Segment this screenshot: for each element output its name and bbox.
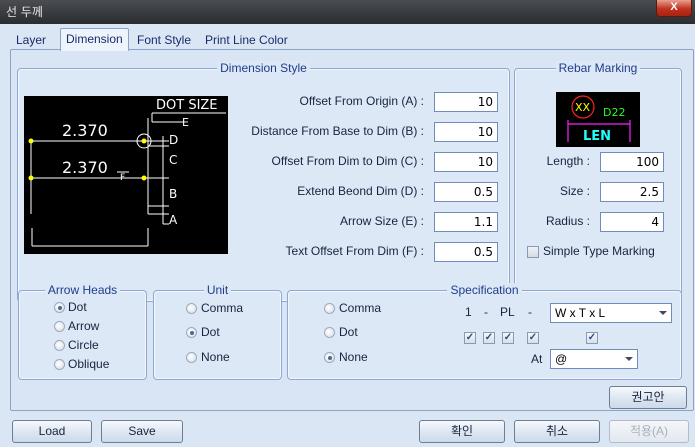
letter-e: E [182, 116, 189, 129]
apply-button[interactable]: 적용(A) [609, 420, 689, 443]
distance-from-base-label: Distance From Base to Dim (B) : [251, 124, 424, 138]
spec-checkbox-4[interactable]: ✓ [527, 332, 539, 344]
specification-legend: Specification [447, 283, 522, 297]
spec-dash-1: - [484, 305, 488, 319]
offset-dim-to-dim-label: Offset From Dim to Dim (C) : [271, 154, 424, 168]
rebar-circle-text: XX [575, 101, 591, 114]
unit-none-radio[interactable] [186, 352, 197, 363]
rebar-preview: XX D22 LEN [556, 92, 640, 147]
unit-dot-radio[interactable] [186, 327, 197, 338]
dot-top-left [28, 138, 34, 144]
spec-format-select[interactable]: W x T x L [550, 303, 672, 323]
spec-checkbox-3[interactable]: ✓ [502, 332, 514, 344]
arrow-head-oblique-label: Oblique [68, 357, 110, 371]
arrow-head-arrow-label: Arrow [68, 319, 100, 333]
extend-beyond-dim-label: Extend Beond Dim (D) : [297, 184, 424, 198]
close-button[interactable]: X [656, 0, 692, 17]
spec-pattern-pl: PL [500, 305, 515, 319]
letter-f: F [120, 173, 125, 183]
window-title: 선 두께 [6, 5, 43, 19]
spec-checkbox-2[interactable]: ✓ [483, 332, 495, 344]
spec-at-value: @ [555, 352, 568, 366]
spec-comma-label: Comma [339, 301, 382, 315]
arrow-size-label: Arrow Size (E) : [339, 214, 424, 228]
chevron-down-icon [625, 357, 633, 361]
dot-top-right [141, 138, 147, 144]
tab-font-style[interactable]: Font Style [132, 30, 196, 50]
offset-dim-to-dim-field[interactable]: 10 [434, 152, 498, 172]
text-offset-field[interactable]: 0.5 [434, 242, 498, 262]
dot-mid-left [28, 175, 34, 181]
letter-d: D [169, 133, 178, 147]
arrow-head-dot-label: Dot [68, 300, 87, 314]
tab-print-line-color[interactable]: Print Line Color [200, 30, 293, 50]
letter-a: A [169, 213, 178, 227]
unit-comma-label: Comma [201, 301, 244, 315]
unit-comma-radio[interactable] [186, 303, 197, 314]
cancel-button[interactable]: 취소 [514, 420, 600, 443]
unit-dot-label: Dot [201, 325, 220, 339]
tab-layer[interactable]: Layer [11, 30, 51, 50]
extend-beyond-dim-field[interactable]: 0.5 [434, 182, 498, 202]
spec-checkbox-5[interactable]: ✓ [586, 332, 598, 344]
rebar-size-field[interactable]: 2.5 [600, 182, 664, 202]
rebar-marking-legend: Rebar Marking [555, 61, 641, 75]
arrow-head-dot-radio[interactable] [54, 302, 65, 313]
arrow-heads-legend: Arrow Heads [44, 283, 121, 297]
text-offset-label: Text Offset From Dim (F) : [285, 244, 424, 258]
ok-button[interactable]: 확인 [419, 420, 505, 443]
title-bar[interactable]: 선 두께 X [0, 0, 695, 24]
arrow-head-arrow-radio[interactable] [54, 321, 65, 332]
distance-from-base-field[interactable]: 10 [434, 122, 498, 142]
letter-b: B [169, 187, 177, 201]
spec-at-label: At [531, 352, 543, 366]
unit-none-label: None [201, 350, 230, 364]
spec-at-select[interactable]: @ [550, 349, 638, 369]
spec-none-label: None [339, 350, 368, 364]
rebar-radius-field[interactable]: 4 [600, 212, 664, 232]
preview-value-bottom: 2.370 [62, 158, 108, 177]
offset-from-origin-field[interactable]: 10 [434, 92, 498, 112]
dot-mid-right [141, 175, 147, 181]
save-button[interactable]: Save [101, 420, 183, 443]
dimension-style-legend: Dimension Style [217, 61, 310, 75]
chevron-down-icon [659, 311, 667, 315]
rebar-radius-label: Radius : [545, 214, 590, 228]
rebar-length-field[interactable]: 100 [600, 152, 664, 172]
spec-format-value: W x T x L [555, 306, 606, 320]
spec-dot-radio[interactable] [324, 327, 335, 338]
tab-dimension[interactable]: Dimension [60, 28, 129, 51]
letter-c: C [169, 153, 177, 167]
rebar-code-text: D22 [603, 106, 625, 119]
load-button[interactable]: Load [12, 420, 92, 443]
spec-pattern-1: 1 [465, 305, 472, 319]
spec-comma-radio[interactable] [324, 303, 335, 314]
arrow-head-circle-label: Circle [68, 338, 99, 352]
dimension-preview: DOT SIZE 2.370 2.370 E D C B A F [24, 96, 228, 254]
recommend-button[interactable]: 권고안 [609, 386, 687, 409]
spec-checkbox-1[interactable]: ✓ [464, 332, 476, 344]
unit-legend: Unit [203, 283, 232, 297]
simple-type-marking-label: Simple Type Marking [543, 244, 655, 258]
preview-value-top: 2.370 [62, 121, 108, 140]
rebar-len-text: LEN [583, 129, 611, 144]
simple-type-marking-checkbox[interactable] [527, 246, 539, 258]
rebar-size-label: Size : [559, 184, 590, 198]
spec-none-radio[interactable] [324, 352, 335, 363]
arrow-head-circle-radio[interactable] [54, 340, 65, 351]
spec-dot-label: Dot [339, 325, 358, 339]
rebar-length-label: Length : [546, 154, 590, 168]
arrow-head-oblique-radio[interactable] [54, 359, 65, 370]
spec-dash-2: - [528, 305, 532, 319]
arrow-size-field[interactable]: 1.1 [434, 212, 498, 232]
offset-from-origin-label: Offset From Origin (A) : [299, 94, 424, 108]
